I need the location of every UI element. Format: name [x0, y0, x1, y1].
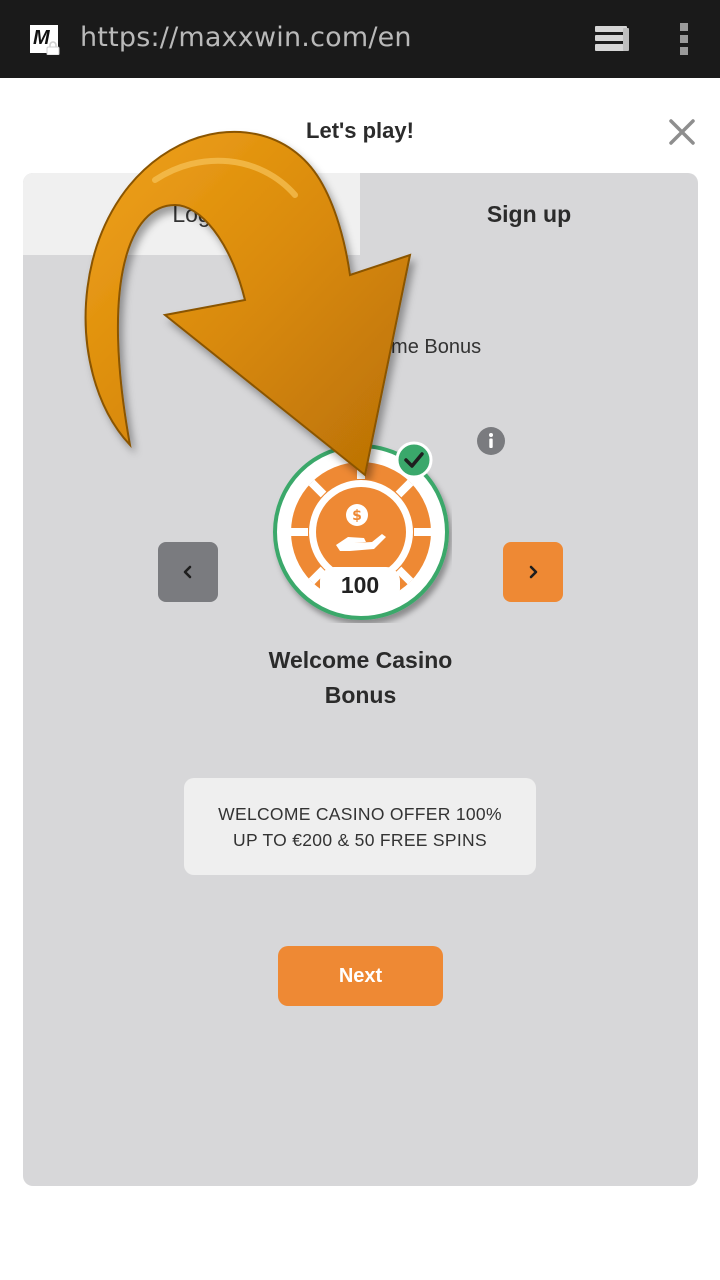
- next-button[interactable]: Next: [278, 946, 443, 1006]
- tab-login[interactable]: Log: [23, 173, 360, 255]
- site-favicon-icon: M: [30, 25, 60, 55]
- lock-icon: [46, 41, 60, 55]
- check-icon: [395, 441, 433, 479]
- svg-text:$: $: [352, 508, 362, 524]
- tab-login-label: Log: [172, 200, 211, 227]
- bonus-title: Welcome Casino Bonus: [23, 643, 698, 713]
- next-button-label: Next: [338, 964, 383, 987]
- step-counter: /3: [23, 288, 698, 315]
- bonus-title-line1: Welcome Casino: [268, 647, 453, 673]
- previous-bonus-button[interactable]: [158, 542, 218, 602]
- info-icon[interactable]: [476, 426, 506, 456]
- auth-panel: Log Sign up /3 come Bonus $ 100 Welcome …: [23, 173, 698, 1186]
- overflow-menu-icon[interactable]: [678, 22, 690, 56]
- bonus-chip-value: 100: [320, 567, 400, 603]
- tab-signup-label: Sign up: [486, 200, 572, 227]
- step-subtitle-text: come Bonus: [369, 336, 482, 358]
- step-counter-text: /3: [380, 288, 401, 314]
- offer-text: WELCOME CASINO OFFER 100% UP TO €200 & 5…: [218, 803, 502, 850]
- tabs-icon[interactable]: [593, 24, 631, 54]
- bonus-title-line2: Bonus: [324, 682, 397, 708]
- chevron-right-icon: [529, 565, 538, 579]
- offer-description: WELCOME CASINO OFFER 100% UP TO €200 & 5…: [184, 778, 536, 875]
- next-bonus-button[interactable]: [503, 542, 563, 602]
- address-bar-url[interactable]: https://maxxwin.com/en: [80, 22, 412, 53]
- chevron-left-icon: [183, 565, 192, 579]
- modal-title: Let's play!: [306, 118, 414, 143]
- close-icon[interactable]: [666, 116, 698, 148]
- browser-toolbar: M https://maxxwin.com/en: [0, 0, 720, 78]
- tab-signup[interactable]: Sign up: [360, 173, 698, 255]
- step-subtitle: come Bonus: [23, 336, 698, 359]
